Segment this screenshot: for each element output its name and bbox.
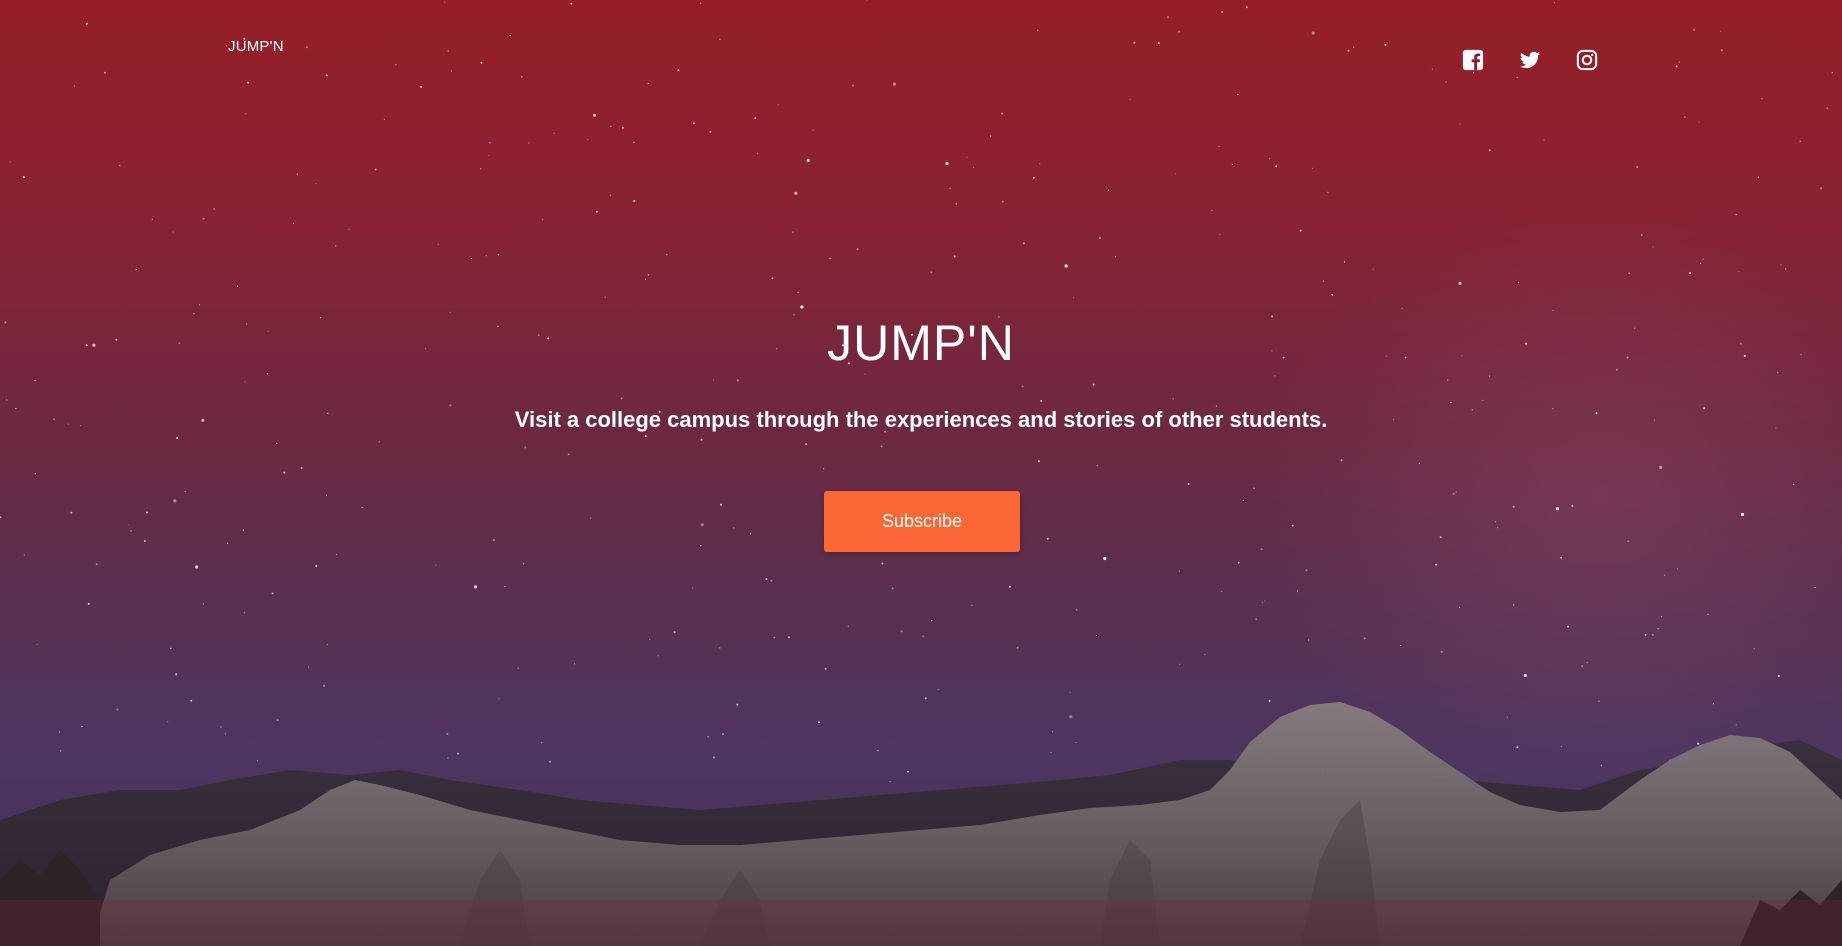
hero-tagline: Visit a college campus through the exper…: [514, 407, 1328, 432]
brand-logo-link[interactable]: JUMP'N: [228, 38, 284, 55]
instagram-link[interactable]: [1576, 49, 1598, 71]
hero-section: [0, 0, 1842, 946]
facebook-link[interactable]: [1462, 49, 1484, 71]
instagram-icon: [1576, 49, 1598, 71]
facebook-icon: [1462, 49, 1484, 71]
social-links: [1462, 49, 1598, 71]
twitter-icon: [1519, 51, 1541, 69]
mountain-range: [0, 702, 1842, 946]
twitter-link[interactable]: [1519, 49, 1541, 71]
hero-title: JUMP'N: [827, 315, 1015, 371]
subscribe-button[interactable]: Subscribe: [824, 491, 1020, 552]
